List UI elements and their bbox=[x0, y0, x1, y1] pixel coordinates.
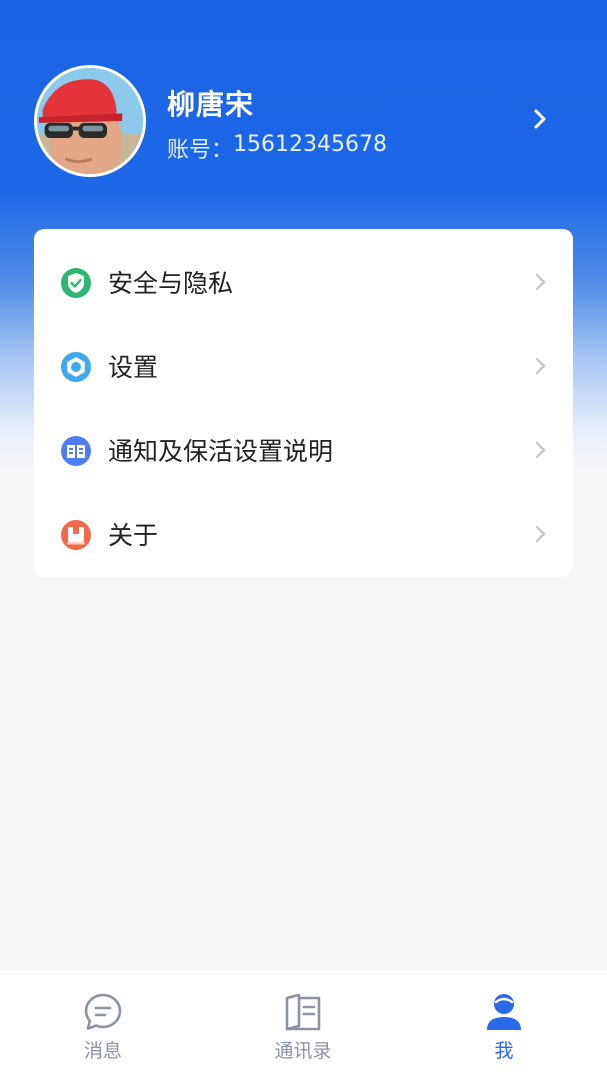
bottom-tab-bar: 消息 通讯录 我 bbox=[0, 969, 607, 1080]
chevron-right-icon bbox=[535, 273, 546, 291]
settings-ring-icon bbox=[61, 352, 91, 382]
tab-label: 我 bbox=[494, 1040, 514, 1062]
profile-header[interactable]: 柳唐宋 账号： 15612345678 bbox=[0, 60, 607, 180]
tab-label: 消息 bbox=[83, 1040, 122, 1062]
about-card-icon bbox=[61, 520, 91, 550]
book-icon bbox=[61, 436, 91, 466]
menu-item-about[interactable]: 关于 bbox=[34, 493, 573, 577]
tab-contacts[interactable]: 通讯录 bbox=[202, 970, 404, 1080]
menu-item-label: 安全与隐私 bbox=[108, 269, 234, 298]
chat-bubble-icon bbox=[84, 993, 122, 1030]
chevron-right-icon bbox=[535, 357, 546, 375]
contacts-book-icon bbox=[285, 993, 321, 1031]
menu-card: 安全与隐私 设置 通知及保活设置说明 关于 bbox=[34, 229, 573, 577]
avatar[interactable] bbox=[34, 65, 146, 177]
menu-item-notification-guide[interactable]: 通知及保活设置说明 bbox=[34, 409, 573, 493]
avatar-photo bbox=[37, 68, 143, 174]
account-label: 账号： bbox=[167, 138, 234, 163]
menu-item-label: 关于 bbox=[108, 521, 159, 550]
tab-me[interactable]: 我 bbox=[403, 970, 605, 1080]
chevron-right-icon bbox=[535, 525, 546, 543]
tab-label: 通讯录 bbox=[274, 1040, 332, 1062]
menu-item-label: 通知及保活设置说明 bbox=[108, 437, 334, 466]
shield-check-icon bbox=[61, 268, 91, 298]
profile-account: 账号： 15612345678 bbox=[167, 132, 387, 164]
tab-messages[interactable]: 消息 bbox=[2, 970, 204, 1080]
chevron-right-icon bbox=[535, 441, 546, 459]
menu-item-security-privacy[interactable]: 安全与隐私 bbox=[34, 241, 573, 325]
menu-item-settings[interactable]: 设置 bbox=[34, 325, 573, 409]
chevron-right-icon[interactable] bbox=[528, 107, 552, 131]
account-number: 15612345678 bbox=[233, 132, 387, 157]
profile-name: 柳唐宋 bbox=[167, 88, 255, 121]
menu-item-label: 设置 bbox=[108, 353, 159, 382]
person-icon bbox=[487, 994, 521, 1030]
